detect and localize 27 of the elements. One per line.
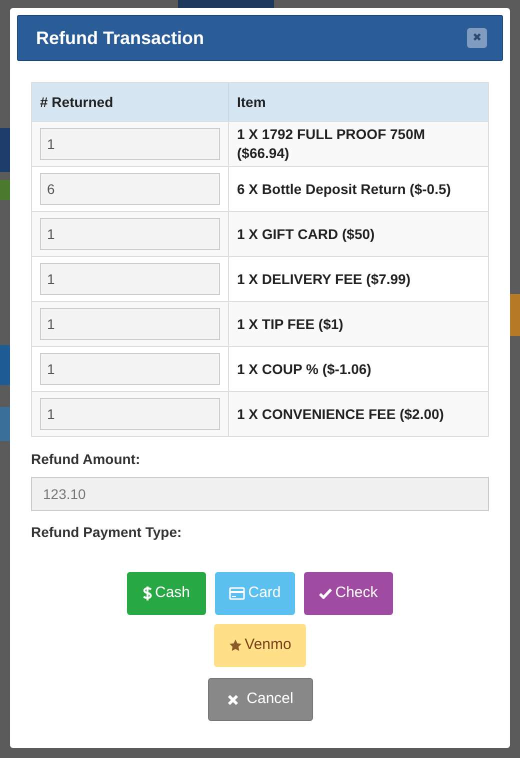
dollar-icon xyxy=(142,586,152,601)
item-description: 1 X TIP FEE ($1) xyxy=(237,314,344,334)
venmo-button[interactable]: Venmo xyxy=(214,624,306,667)
credit-card-icon xyxy=(229,587,246,600)
star-icon xyxy=(228,639,242,652)
returned-quantity-field[interactable]: 1 xyxy=(40,263,220,295)
returned-quantity-field[interactable]: 1 xyxy=(40,218,220,250)
returned-quantity-field[interactable]: 1 xyxy=(40,128,220,160)
refund-amount-field[interactable]: 123.10 xyxy=(31,477,489,511)
returned-quantity-field[interactable]: 1 xyxy=(40,308,220,340)
item-description: 1 X CONVENIENCE FEE ($2.00) xyxy=(237,404,444,424)
refund-amount-label: Refund Amount: xyxy=(31,450,142,469)
returned-quantity-field[interactable]: 6 xyxy=(40,173,220,205)
returned-quantity-field[interactable]: 1 xyxy=(40,353,220,385)
check-button[interactable]: Check xyxy=(304,572,393,615)
item-description: 1 X GIFT CARD ($50) xyxy=(237,224,375,244)
item-description: 1 X DELIVERY FEE ($7.99) xyxy=(237,270,411,288)
close-icon xyxy=(226,694,239,706)
dialog-title: Refund Transaction xyxy=(36,26,204,50)
returned-quantity-field[interactable]: 1 xyxy=(40,398,220,430)
checkmark-icon xyxy=(319,588,332,599)
cancel-button[interactable]: Cancel xyxy=(208,678,312,721)
item-description: 1 X 1792 FULL PROOF 750M ($66.94) xyxy=(237,125,426,163)
payment-type-label: Refund Payment Type: xyxy=(31,523,183,542)
column-header: Item xyxy=(236,92,267,112)
item-description: 1 X COUP % ($-1.06) xyxy=(237,360,372,378)
item-description: 6 X Bottle Deposit Return ($-0.5) xyxy=(237,180,451,198)
